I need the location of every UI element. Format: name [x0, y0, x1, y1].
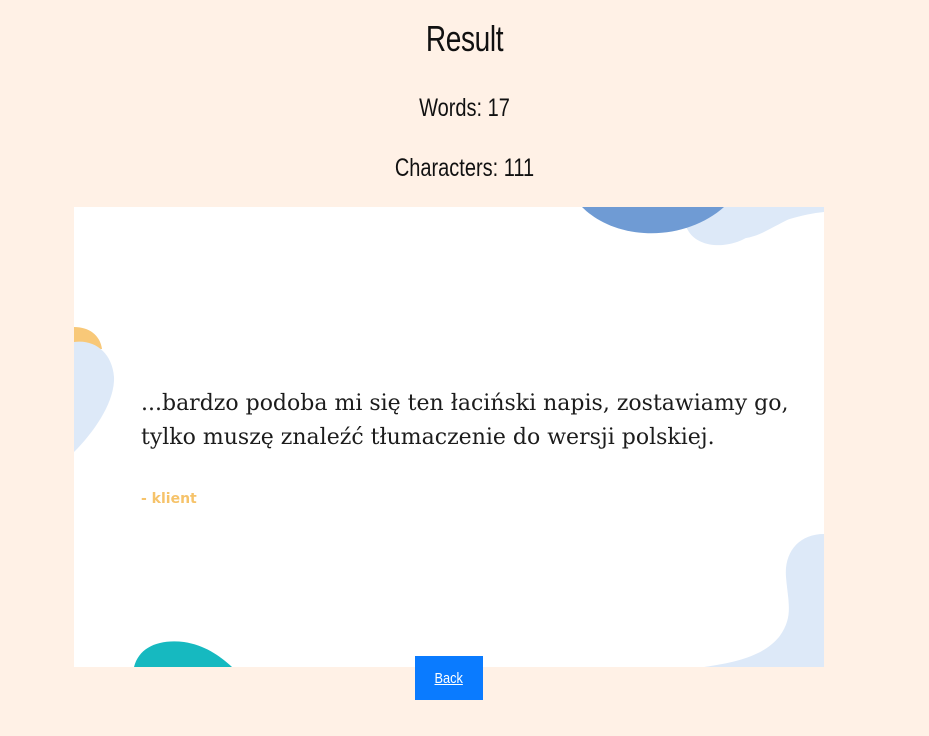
- page-title: Result: [425, 18, 504, 59]
- result-page: Result Words: 17 Characters: 111 ...bard…: [0, 0, 929, 736]
- back-button[interactable]: Back: [415, 656, 483, 700]
- quote-card: ...bardzo podoba mi się ten łaciński nap…: [74, 207, 824, 667]
- character-count: Characters: 111: [394, 154, 535, 182]
- testimonial-author: - klient: [141, 491, 197, 507]
- back-button-label: Back: [434, 669, 464, 687]
- word-count: Words: 17: [419, 94, 510, 122]
- testimonial-quote: ...bardzo podoba mi się ten łaciński nap…: [141, 391, 789, 450]
- blob-right-bottom-light: [704, 534, 824, 667]
- blob-bottom-left-teal: [134, 641, 232, 667]
- blob-left-light: [74, 341, 115, 452]
